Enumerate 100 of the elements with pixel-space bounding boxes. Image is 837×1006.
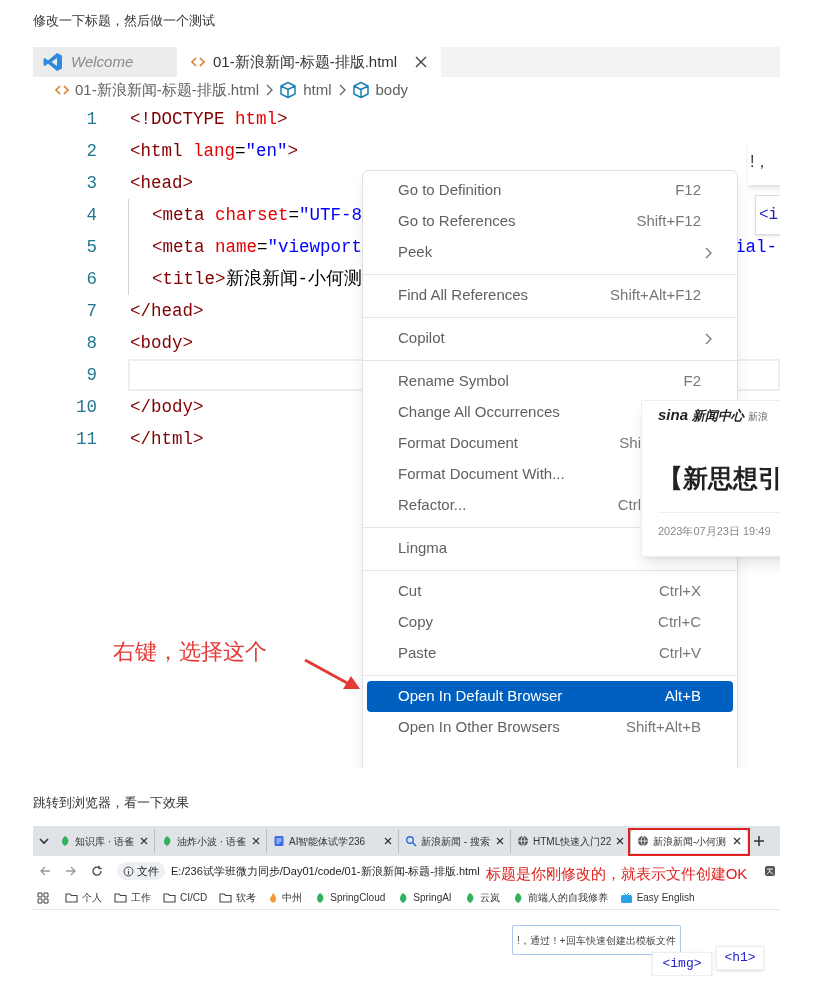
info-icon: [123, 865, 134, 877]
close-icon: [384, 837, 392, 845]
tv-icon: [619, 891, 633, 904]
menu-item[interactable]: Rename Symbol F2: [367, 366, 733, 397]
shortcut-text: Alt+B: [664, 686, 701, 707]
instruction-text: 跳转到浏览器，看一下效果: [33, 794, 189, 812]
chevron-right-icon: [703, 331, 713, 346]
editor-tab[interactable]: 01-新浪新闻-标题-排版.html: [177, 47, 442, 77]
code-line: <html lang="en">: [129, 139, 300, 163]
new-tab-icon: [753, 835, 765, 847]
menu-item[interactable]: Paste Ctrl+V: [367, 638, 733, 669]
bookmark-item[interactable]: 软考: [219, 890, 257, 905]
annotation-text: 右键，选择这个: [113, 638, 267, 666]
apps-grid-icon: [37, 891, 49, 904]
shortcut-text: Shi: [619, 433, 641, 454]
site-info-chip[interactable]: 文件: [117, 861, 165, 881]
bookmark-item[interactable]: 云岚: [463, 890, 500, 905]
folder-icon: [114, 892, 127, 903]
line-number: 1: [85, 107, 97, 131]
browser-tab[interactable]: 新浪新闻 - 搜索: [399, 829, 511, 853]
bookmark-item[interactable]: SpringCloud: [314, 890, 386, 905]
folder-icon: [163, 892, 176, 903]
code-line: <!DOCTYPE html>: [129, 107, 289, 131]
globe-icon: [637, 835, 649, 847]
flame-icon: [268, 891, 279, 904]
shortcut-text: Shift+F12: [636, 211, 701, 232]
breadcrumb-item[interactable]: 01-新浪新闻-标题-排版.html: [55, 78, 260, 102]
close-icon: [252, 837, 260, 845]
chevron-right-icon: [703, 245, 713, 260]
hint-tooltip: !，: [748, 139, 780, 185]
menu-item[interactable]: Open In Default Browser Alt+B: [367, 681, 733, 712]
instruction-text: 修改一下标题，然后做一个测试: [33, 12, 215, 30]
cube-icon: [351, 81, 370, 99]
shortcut-text: F12: [675, 180, 701, 201]
browser-tab[interactable]: 知识库 · 语雀: [53, 829, 155, 853]
folder-icon: [65, 892, 78, 903]
hint-tooltip: !，通过！+回车快速创建出模板文件: [512, 925, 681, 955]
line-number: 4: [85, 203, 97, 227]
close-icon: [616, 837, 624, 845]
breadcrumb-item[interactable]: html: [279, 78, 332, 102]
globe-icon: [517, 835, 529, 847]
line-number: 11: [75, 427, 97, 451]
bookmark-item[interactable]: 工作: [114, 890, 151, 905]
shortcut-text: Shift+Alt+B: [625, 717, 701, 738]
editor-logo-icon: [43, 52, 63, 72]
chevron-right-icon: [264, 83, 275, 97]
breadcrumb-item[interactable]: body: [351, 78, 409, 102]
shortcut-text: Ctrl: [617, 495, 641, 516]
forward-icon: [65, 865, 77, 877]
code-line: </body>: [129, 395, 205, 419]
address-field[interactable]: E:/236试学班微力同步/Day01/code/01-新浪新闻-标题-排版.html: [171, 862, 480, 880]
search-icon: [405, 835, 417, 847]
browser-tab[interactable]: AI智能体试学236: [267, 829, 399, 853]
bookmark-item[interactable]: 中州: [268, 890, 303, 905]
leaf-icon: [59, 835, 71, 847]
menu-item[interactable]: Go to References Shift+F12: [367, 206, 733, 237]
bookmark-item[interactable]: 前端人的自我修养: [511, 890, 608, 905]
shortcut-text: F2: [683, 371, 701, 392]
line-number: 5: [85, 235, 97, 259]
line-number: 3: [85, 171, 97, 195]
close-icon: [140, 837, 148, 845]
close-icon: [496, 837, 504, 845]
line-number: 9: [85, 363, 97, 387]
section-title: 新闻中心: [692, 409, 744, 422]
shortcut-text: Ctrl+X: [658, 581, 701, 602]
reload-icon: [91, 865, 103, 877]
bookmark-item[interactable]: CI/CD: [163, 890, 208, 905]
annotation-text: 标题是你刚修改的，就表示文件创建OK: [485, 863, 748, 884]
code-line: <title>新浪新闻-小何测: [151, 267, 364, 291]
code-line: </head>: [129, 299, 205, 323]
close-icon: [733, 837, 741, 845]
tag-suggestion: <h1>: [716, 946, 764, 970]
bookmark-item[interactable]: Easy English: [619, 890, 695, 905]
line-number: 10: [75, 395, 97, 419]
tag-suggestion: <img>: [652, 952, 712, 976]
browser-tab[interactable]: 油炸小波 · 语雀: [155, 829, 267, 853]
site-logo: sina: [658, 407, 688, 422]
bookmark-item[interactable]: SpringAI: [397, 890, 452, 905]
code-file-icon: [191, 56, 205, 68]
code-line: <meta name="viewport: [151, 235, 364, 259]
document-icon: [273, 835, 285, 847]
line-number: 8: [85, 331, 97, 355]
code-line: <body>: [129, 331, 194, 355]
browser-tab[interactable]: 新浪新闻-小何测: [631, 829, 747, 853]
news-date: 2023年07月23日 19:49: [658, 523, 772, 539]
code-file-icon: [55, 84, 69, 96]
site-name: 新浪: [748, 412, 768, 422]
menu-item[interactable]: Peek: [367, 237, 733, 268]
code-line: </html>: [129, 427, 205, 451]
menu-item[interactable]: Copilot: [367, 323, 733, 354]
code-line: <head>: [129, 171, 194, 195]
bookmark-item[interactable]: 个人: [65, 890, 102, 905]
line-number: 2: [85, 139, 97, 163]
menu-item[interactable]: Cut Ctrl+X: [367, 576, 733, 607]
code-line: <meta charset="UTF-8: [151, 203, 364, 227]
menu-item[interactable]: Copy Ctrl+C: [367, 607, 733, 638]
menu-item[interactable]: Go to Definition F12: [367, 175, 733, 206]
menu-item[interactable]: Open In Other Browsers Shift+Alt+B: [367, 712, 733, 743]
menu-item[interactable]: Find All References Shift+Alt+F12: [367, 280, 733, 311]
leaf-icon: [161, 835, 173, 847]
